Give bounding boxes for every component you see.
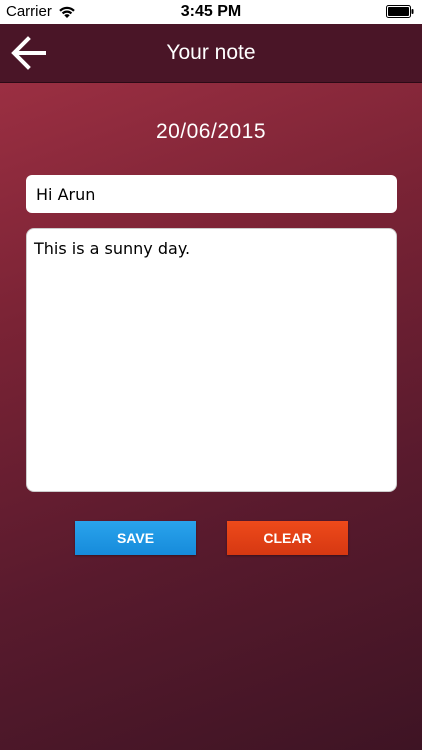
save-button[interactable]: SAVE [75,521,196,555]
status-bar: Carrier 3:45 PM [0,0,422,24]
battery-icon [386,5,414,18]
note-editor: 20/06/2015 This is a sunny day. SAVE CLE… [0,83,422,750]
note-title-input[interactable] [26,175,397,213]
page-title: Your note [166,41,256,64]
status-time: 3:45 PM [180,3,242,20]
clear-button[interactable]: CLEAR [227,521,348,555]
note-date: 20/06/2015 [155,120,267,143]
navigation-bar: Your note [0,24,422,83]
note-body-textarea[interactable]: This is a sunny day. [26,228,397,492]
